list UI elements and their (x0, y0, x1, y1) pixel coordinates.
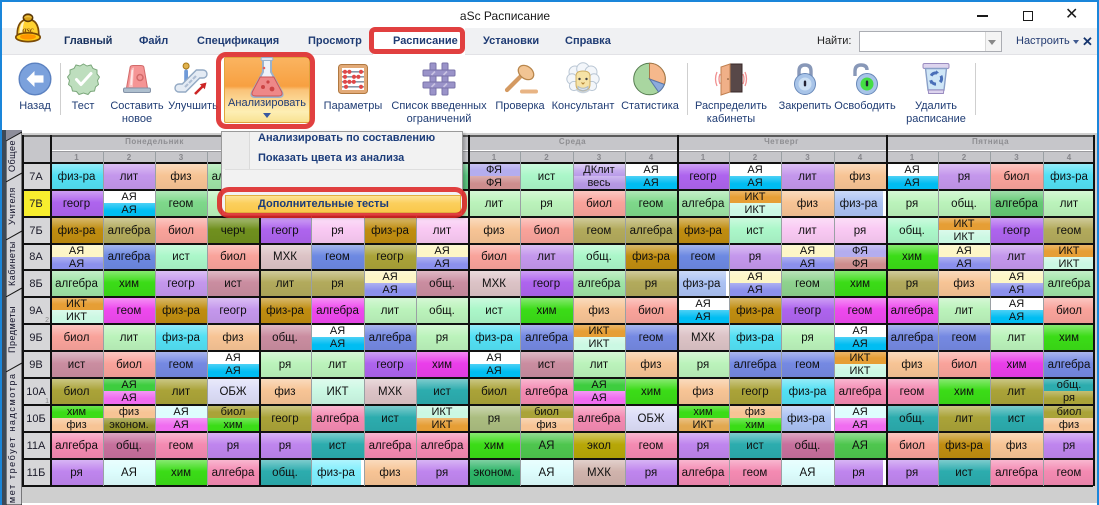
svg-text:asc: asc (22, 24, 34, 34)
